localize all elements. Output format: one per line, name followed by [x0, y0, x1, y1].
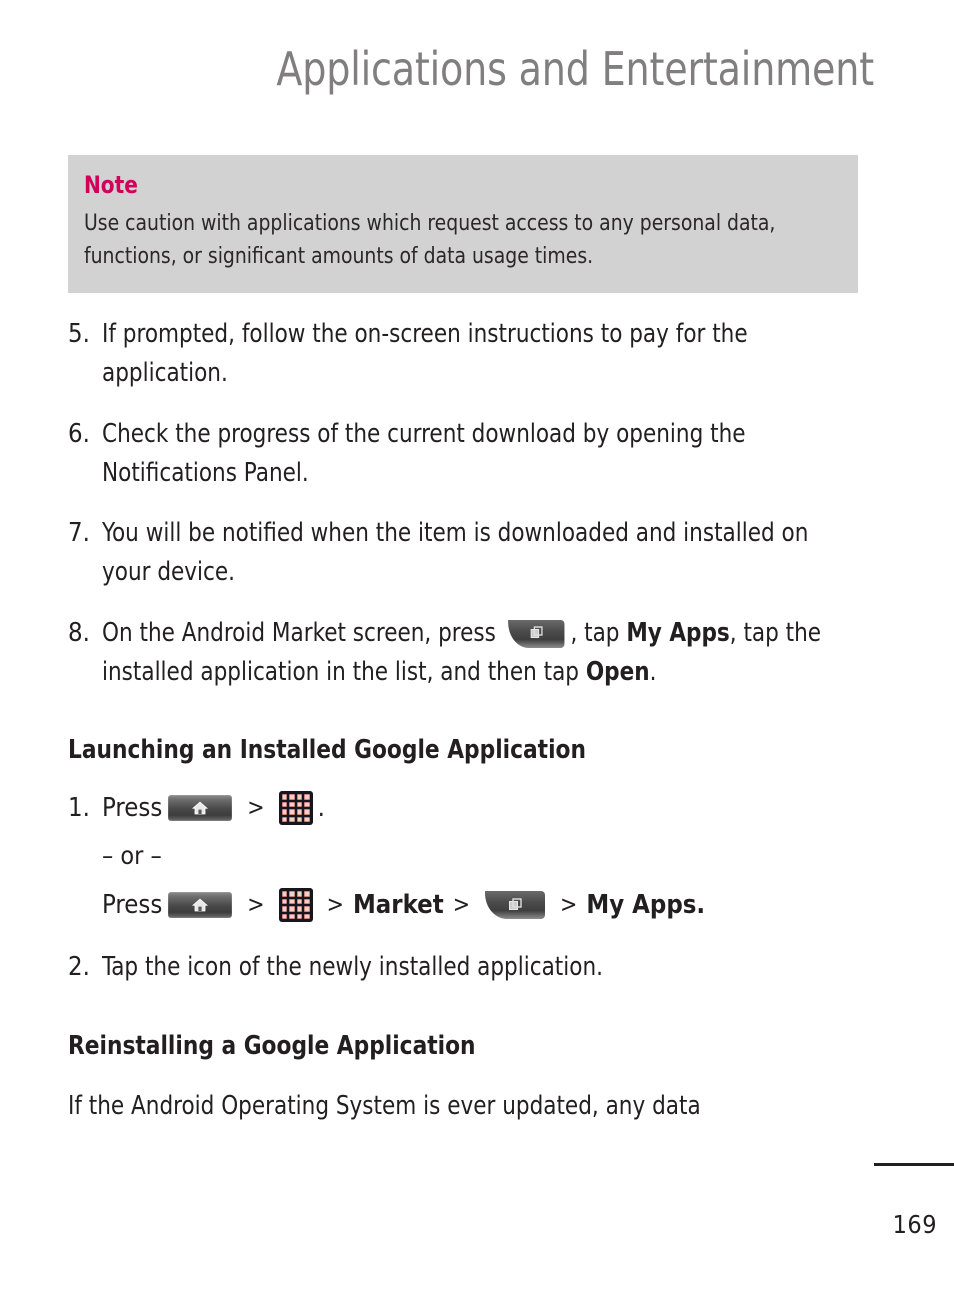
separator-chevron: >: [560, 892, 578, 919]
separator-chevron: >: [247, 795, 265, 822]
launch-step-1: 1. Press > .: [68, 791, 880, 826]
section-heading-launching: Launching an Installed Google Applicatio…: [68, 735, 586, 766]
list-item: 7. You will be notified when the item is…: [68, 514, 880, 592]
page-content: Note Use caution with applications which…: [68, 155, 880, 1148]
step-number: 5.: [68, 319, 90, 350]
step-number: 2.: [68, 952, 90, 983]
note-body-text: Use caution with applications which requ…: [84, 209, 776, 270]
list-item: 5. If prompted, follow the on-screen ins…: [68, 315, 880, 393]
step8-part2: , tap: [570, 617, 627, 648]
page-running-header: Applications and Entertainment: [276, 42, 874, 96]
home-key-icon: [168, 795, 233, 822]
footer-divider-rule: [874, 1163, 954, 1166]
section-heading-reinstalling: Reinstalling a Google Application: [68, 1031, 476, 1062]
step-number: 1.: [68, 793, 90, 824]
step8-bold-my-apps: My Apps: [626, 617, 730, 648]
step-text-with-icons: On the Android Market screen, press , ta…: [102, 614, 833, 692]
separator-chevron: >: [326, 892, 344, 919]
alternative-separator-label: – or –: [102, 841, 162, 871]
step-text: You will be notified when the item is do…: [102, 518, 809, 588]
menu-key-icon: [508, 619, 565, 648]
menu-key-icon: [485, 891, 546, 920]
note-title: Note: [84, 171, 138, 199]
list-item: 8. On the Android Market screen, press ,…: [68, 614, 880, 692]
apps-grid-icon: [278, 791, 313, 826]
reinstall-body-text: If the Android Operating System is ever …: [68, 1091, 701, 1122]
step-text: Check the progress of the current downlo…: [102, 418, 746, 488]
step-number: 6.: [68, 418, 90, 449]
step-text: If prompted, follow the on-screen instru…: [102, 319, 748, 389]
step-number: 7.: [68, 518, 90, 549]
list-item: 6. Check the progress of the current dow…: [68, 415, 880, 493]
step8-bold-open: Open: [585, 656, 650, 687]
page-number: 169: [892, 1210, 937, 1239]
reinstall-paragraph: If the Android Operating System is ever …: [68, 1087, 880, 1126]
home-key-icon: [168, 892, 233, 919]
step8-part4: .: [649, 656, 657, 687]
press-label: Press: [102, 793, 163, 824]
separator-chevron: >: [247, 892, 265, 919]
apps-grid-icon: [278, 888, 313, 923]
launch-alternative-path: Press > > Market > > My Apps.: [68, 888, 880, 923]
step-number: 8.: [68, 617, 90, 648]
trailing-period: .: [317, 793, 325, 824]
list-item: 2. Tap the icon of the newly installed a…: [68, 948, 880, 987]
step8-part1: On the Android Market screen, press: [102, 617, 496, 648]
market-label: Market: [352, 890, 444, 921]
separator-chevron: >: [452, 892, 471, 919]
press-label: Press: [102, 890, 163, 921]
my-apps-label: My Apps.: [586, 890, 706, 921]
step-text: Tap the icon of the newly installed appl…: [102, 952, 603, 983]
note-callout-box: Note Use caution with applications which…: [68, 155, 858, 294]
